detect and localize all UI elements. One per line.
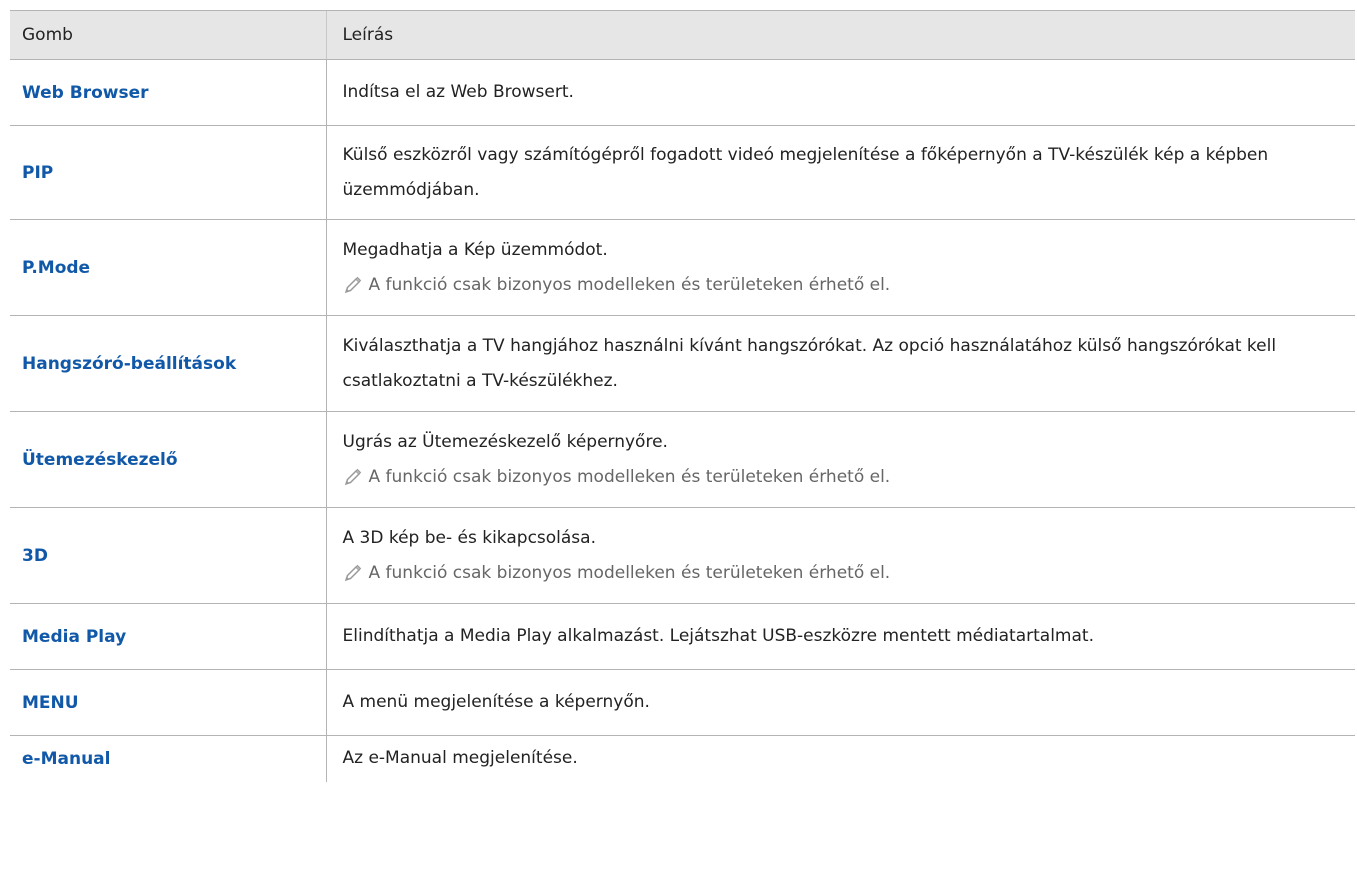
button-name-link[interactable]: Web Browser [22, 83, 149, 103]
button-name-link[interactable]: e-Manual [22, 749, 110, 769]
description-text: Az e-Manual megjelenítése. [342, 748, 578, 769]
description-cell: Az e-Manual megjelenítése. [325, 735, 1355, 782]
description-cell: A 3D kép be- és kikapcsolása. A funkció … [325, 507, 1355, 604]
button-name-cell: P.Mode [10, 219, 326, 316]
header-description: Leírás [325, 10, 1355, 60]
table-row: e-Manual Az e-Manual megjelenítése. [10, 735, 1355, 782]
table-row: Web Browser Indítsa el az Web Browsert. [10, 59, 1355, 126]
description-text: A 3D kép be- és kikapcsolása. [342, 527, 597, 548]
table-row: Ütemezéskezelő Ugrás az Ütemezéskezelő k… [10, 411, 1355, 508]
table-header-row: Gomb Leírás [10, 10, 1355, 60]
table-row: 3D A 3D kép be- és kikapcsolása. A funkc… [10, 507, 1355, 604]
note-line: A funkció csak bizonyos modelleken és te… [343, 268, 1340, 303]
button-name-cell: Web Browser [10, 59, 326, 126]
button-name-link[interactable]: PIP [22, 163, 53, 183]
button-name-cell: MENU [10, 669, 326, 736]
header-button: Gomb [10, 10, 326, 60]
table-row: P.Mode Megadhatja a Kép üzemmódot. A fun… [10, 219, 1355, 316]
description-text: Megadhatja a Kép üzemmódot. [342, 239, 608, 260]
button-name-link[interactable]: Ütemezéskezelő [22, 450, 178, 470]
pencil-icon [344, 564, 361, 582]
table-row: PIP Külső eszközről vagy számítógépről f… [10, 125, 1355, 220]
description-cell: Elindíthatja a Media Play alkalmazást. L… [325, 603, 1355, 670]
button-name-cell: Media Play [10, 603, 326, 670]
description-cell: Ugrás az Ütemezéskezelő képernyőre. A fu… [325, 411, 1355, 508]
button-name-cell: e-Manual [10, 736, 326, 782]
description-text: Kiválaszthatja a TV hangjához használni … [342, 335, 1277, 391]
button-name-link[interactable]: Hangszóró-beállítások [22, 354, 236, 374]
button-name-link[interactable]: 3D [22, 546, 48, 566]
description-cell: Külső eszközről vagy számítógépről fogad… [325, 125, 1355, 220]
pencil-icon [344, 276, 361, 294]
button-name-cell: 3D [10, 507, 326, 604]
button-name-link[interactable]: Media Play [22, 627, 126, 647]
description-text: Elindíthatja a Media Play alkalmazást. L… [342, 626, 1094, 646]
description-cell: A menü megjelenítése a képernyőn. [325, 669, 1355, 736]
description-text: Külső eszközről vagy számítógépről fogad… [342, 144, 1269, 200]
pencil-icon [344, 468, 361, 486]
button-name-link[interactable]: MENU [22, 693, 79, 713]
description-cell: Indítsa el az Web Browsert. [325, 59, 1355, 126]
button-name-cell: PIP [10, 125, 326, 220]
note-text: A funkció csak bizonyos modelleken és te… [368, 562, 891, 583]
note-text: A funkció csak bizonyos modelleken és te… [368, 274, 891, 295]
description-text: Ugrás az Ütemezéskezelő képernyőre. [342, 431, 668, 452]
description-text: Indítsa el az Web Browsert. [342, 82, 574, 102]
button-description-table: Gomb Leírás Web Browser Indítsa el az We… [10, 10, 1355, 782]
button-name-cell: Ütemezéskezelő [10, 411, 326, 508]
table-row: Hangszóró-beállítások Kiválaszthatja a T… [10, 315, 1355, 412]
description-cell: Kiválaszthatja a TV hangjához használni … [325, 315, 1355, 412]
description-cell: Megadhatja a Kép üzemmódot. A funkció cs… [325, 219, 1355, 316]
description-text: A menü megjelenítése a képernyőn. [342, 692, 650, 712]
note-text: A funkció csak bizonyos modelleken és te… [368, 466, 891, 487]
note-line: A funkció csak bizonyos modelleken és te… [343, 460, 1340, 495]
button-name-cell: Hangszóró-beállítások [10, 315, 326, 412]
table-row: MENU A menü megjelenítése a képernyőn. [10, 669, 1355, 736]
table-row: Media Play Elindíthatja a Media Play alk… [10, 603, 1355, 670]
button-name-link[interactable]: P.Mode [22, 258, 90, 278]
note-line: A funkció csak bizonyos modelleken és te… [343, 556, 1340, 591]
page: Gomb Leírás Web Browser Indítsa el az We… [10, 10, 1355, 782]
